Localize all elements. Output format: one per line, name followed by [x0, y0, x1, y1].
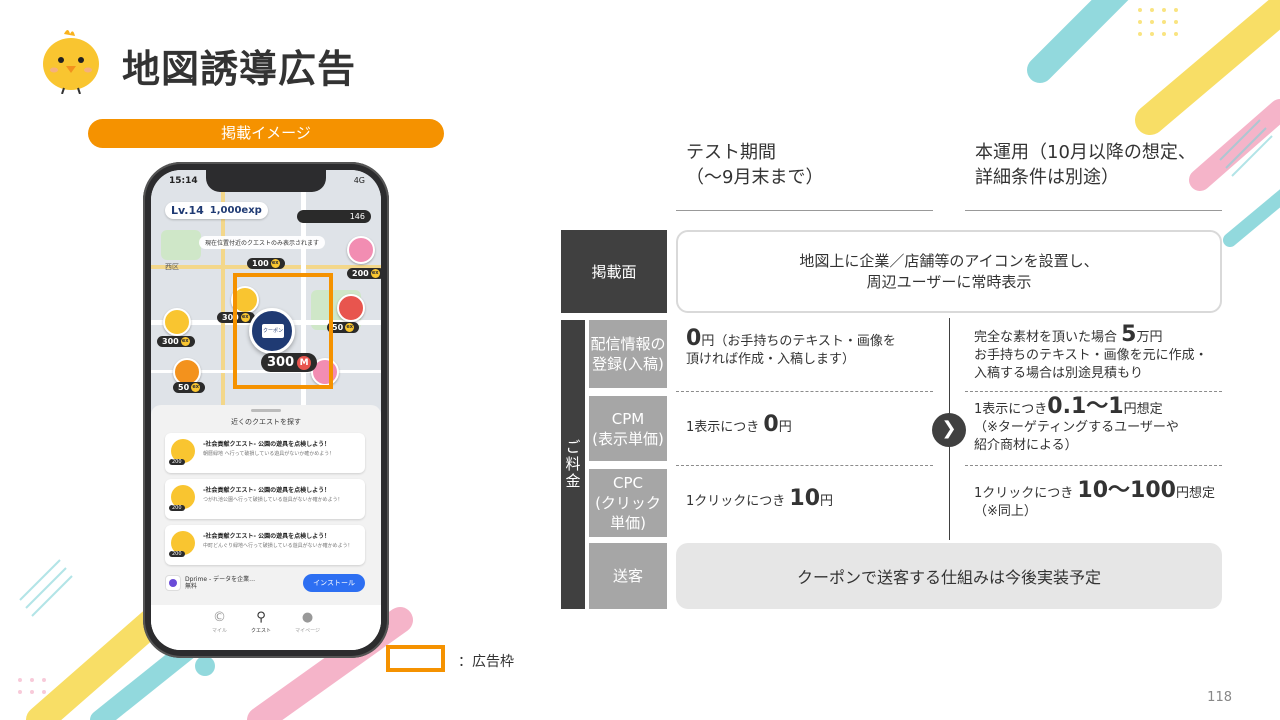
- quest-points: 200: [169, 551, 185, 557]
- copyright-icon: ©: [213, 610, 227, 625]
- column-header-production: 本運用（10月以降の想定、 詳細条件は別途）: [975, 142, 1196, 188]
- level-text: Lv.14: [171, 204, 204, 217]
- tab-mile[interactable]: © マイル: [212, 611, 227, 650]
- quest-description: つがれ池公園へ行って破損している遊具がないか確かめよう！: [203, 497, 343, 503]
- status-time: 15:14: [169, 176, 198, 186]
- person-icon: ●: [301, 610, 314, 625]
- chick-mascot-icon: [43, 30, 99, 94]
- pin-price: 100 ex: [247, 258, 285, 269]
- exp-text: 1,000exp: [209, 205, 262, 216]
- cpc-test-fee: 1クリックにつき 10円: [686, 486, 834, 511]
- row-label-registration: 配信情報の 登録(入稿): [589, 320, 667, 388]
- coin-counter: 146: [297, 210, 371, 223]
- pin-price: 300 ex: [157, 336, 195, 347]
- map-notice: 現在位置付近のクエストのみ表示されます: [199, 236, 326, 249]
- registration-production-fee: 完全な素材を頂いた場合 5万円 お手持ちのテキスト・画像を元に作成・ 入稿する場…: [974, 322, 1208, 382]
- tab-label: マイル: [212, 628, 228, 634]
- phone-mockup: 15:14 4G Lv.14 1,000exp 146 現在位置付近のクエストの…: [143, 162, 389, 658]
- map-area-label: 西区: [165, 263, 179, 271]
- page-title: 地図誘導広告: [122, 47, 357, 91]
- status-network: 4G: [353, 176, 365, 185]
- column-divider: [965, 210, 1222, 211]
- placement-description: 地図上に企業／店舗等のアイコンを設置し、 周辺ユーザーに常時表示: [676, 230, 1222, 313]
- quest-points: 200: [169, 459, 185, 465]
- app-icon: [165, 575, 181, 591]
- tab-label: マイページ: [295, 628, 320, 634]
- pin-price: 50 ex: [173, 382, 206, 393]
- ad-slot-legend-swatch: [386, 645, 445, 672]
- quest-title: -社会貢献クエスト- 公園の遊具を点検しよう！: [203, 533, 331, 540]
- quest-card[interactable]: 200 -社会貢献クエスト- 公園の遊具を点検しよう！ 中町どんぐり緑地へ行って…: [165, 525, 365, 565]
- row-label-cpc: CPC (クリック単価): [589, 469, 667, 537]
- pin-price: 200 ex: [347, 268, 381, 279]
- app-price: 無料: [185, 583, 198, 590]
- ad-slot-legend-label: ：広告枠: [458, 654, 514, 670]
- cpm-production-fee: 1表示につき0.1〜1円想定 （※ターゲティングするユーザーや 紹介商材による）: [974, 394, 1179, 454]
- phone-notch: [206, 170, 326, 192]
- quest-title: -社会貢献クエスト- 公園の遊具を点検しよう！: [203, 441, 331, 448]
- sheet-title: 近くのクエストを探す: [231, 418, 301, 426]
- quest-card[interactable]: 200 -社会貢献クエスト- 公園の遊具を点検しよう！ 朝暦緑地 へ行って破損し…: [165, 433, 365, 473]
- row-group-label-fee: ご料金: [561, 320, 585, 609]
- phone-screen: 15:14 4G Lv.14 1,000exp 146 現在位置付近のクエストの…: [151, 170, 381, 650]
- quest-description: 中町どんぐり緑地へ行って破損している遊具がないか確かめよう！: [203, 543, 353, 549]
- send-description: クーポンで送客する仕組みは今後実装予定: [676, 543, 1222, 609]
- ad-slot-highlight: [233, 273, 333, 389]
- row-label-cpm: CPM (表示単価): [589, 396, 667, 461]
- quest-title: -社会貢献クエスト- 公園の遊具を点検しよう！: [203, 487, 331, 494]
- row-label-send: 送客: [589, 543, 667, 609]
- tab-bar: © マイル ⚲ クエスト ● マイページ: [151, 605, 381, 650]
- tab-label: クエスト: [251, 628, 272, 634]
- row-label-placement: 掲載面: [561, 230, 667, 313]
- tab-mypage[interactable]: ● マイページ: [295, 611, 320, 650]
- column-divider: [676, 210, 933, 211]
- install-button[interactable]: インストール: [303, 574, 365, 592]
- column-header-test: テスト期間 （〜9月末まで）: [686, 142, 824, 188]
- cpm-test-fee: 1表示につき 0円: [686, 412, 792, 437]
- row-divider: [965, 391, 1222, 392]
- image-caption-pill: 掲載イメージ: [88, 119, 444, 148]
- map-pin-icon[interactable]: [337, 294, 365, 322]
- cpc-production-fee: 1クリックにつき 10〜100円想定 （※同上）: [974, 478, 1215, 520]
- chevron-right-icon: ❯: [932, 413, 966, 447]
- registration-test-fee: 0円（お手持ちのテキスト・画像を 頂ければ作成・入稿します）: [686, 326, 896, 368]
- location-pin-icon: ⚲: [256, 610, 266, 625]
- app-install-ad: Dprime - データを企業… 無料 インストール: [165, 572, 365, 594]
- quest-card[interactable]: 200 -社会貢献クエスト- 公園の遊具を点検しよう！ つがれ池公園へ行って破損…: [165, 479, 365, 519]
- page-number: 118: [1207, 690, 1232, 705]
- sheet-drag-handle[interactable]: [251, 409, 281, 412]
- app-name: Dprime - データを企業…: [185, 576, 256, 583]
- row-divider: [965, 465, 1222, 466]
- map-park: [161, 230, 201, 260]
- tab-quest[interactable]: ⚲ クエスト: [251, 611, 271, 650]
- quest-sheet[interactable]: 近くのクエストを探す 200 -社会貢献クエスト- 公園の遊具を点検しよう！ 朝…: [151, 405, 381, 650]
- level-badge: Lv.14 1,000exp: [165, 202, 268, 219]
- row-divider: [676, 391, 933, 392]
- app-info: Dprime - データを企業… 無料: [185, 576, 255, 590]
- map-pin-icon[interactable]: [163, 308, 191, 336]
- quest-description: 朝暦緑地 へ行って破損している遊具がないか確かめよう！: [203, 451, 335, 457]
- row-divider: [676, 465, 933, 466]
- quest-points: 200: [169, 505, 185, 511]
- map-pin-icon[interactable]: [347, 236, 375, 264]
